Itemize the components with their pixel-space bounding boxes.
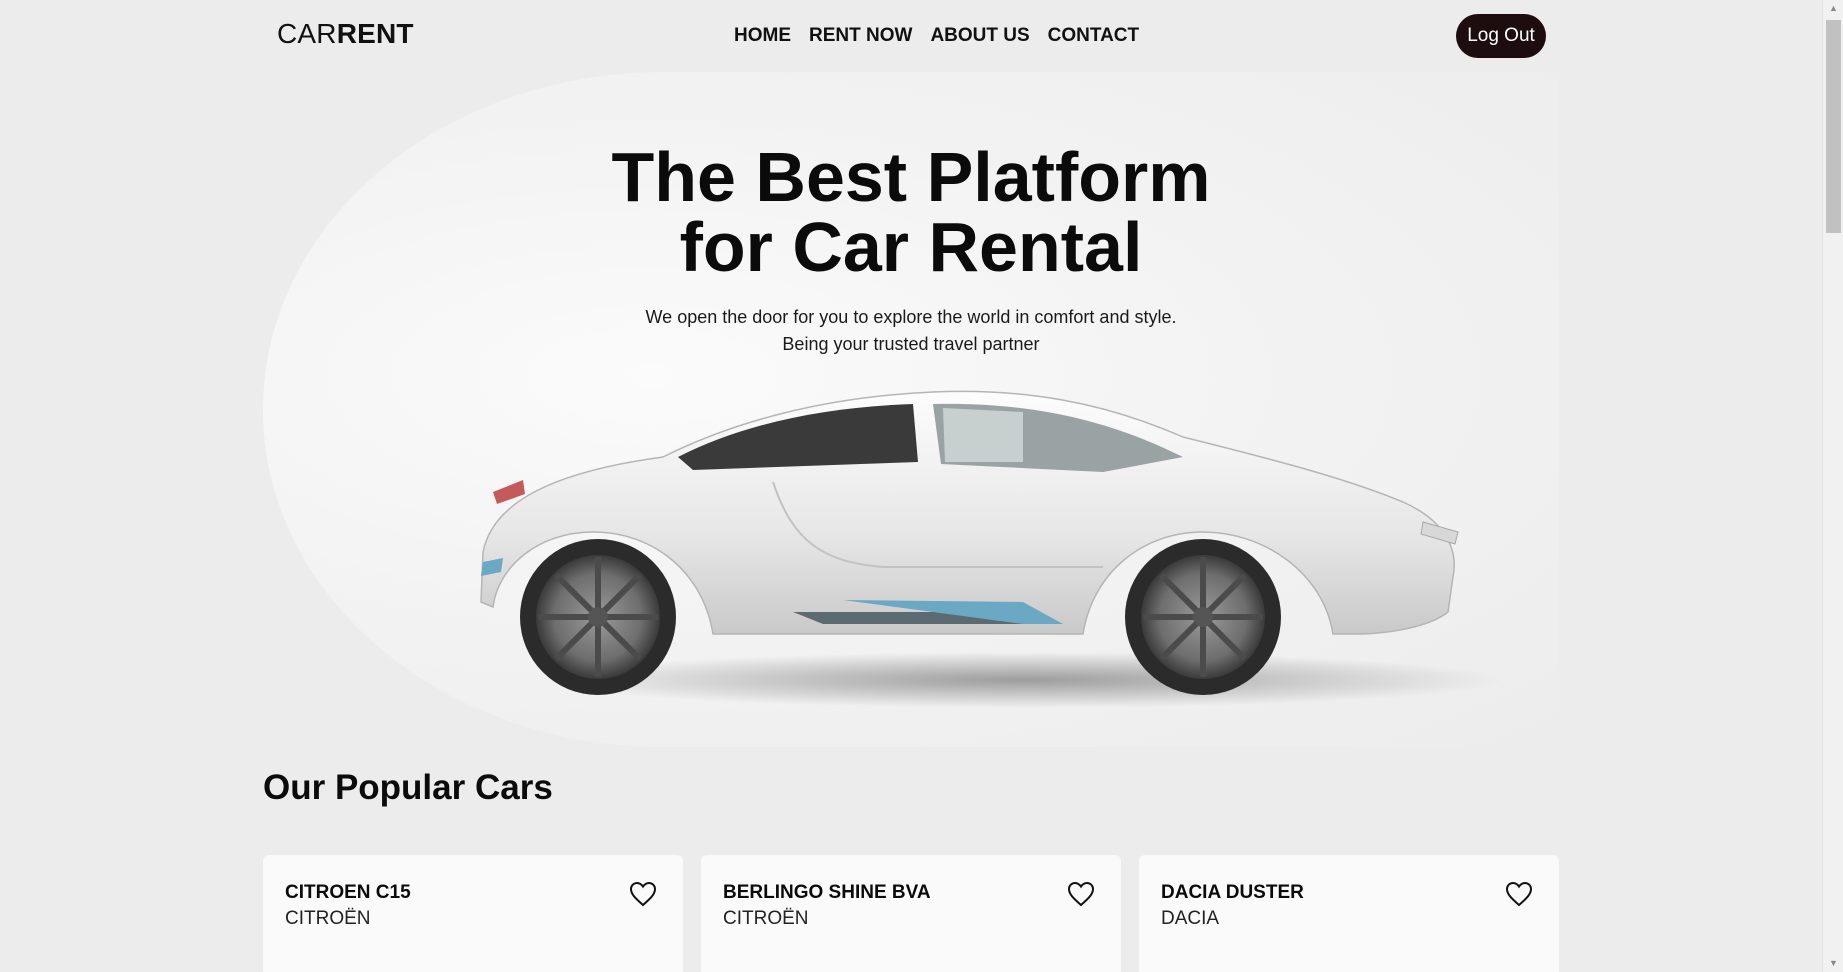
car-card[interactable]: CITROEN C15 CITROËN bbox=[263, 855, 683, 972]
logo-text-light: CAR bbox=[277, 18, 337, 49]
car-brand: DACIA bbox=[1161, 908, 1220, 929]
nav-contact[interactable]: CONTACT bbox=[1048, 25, 1139, 47]
top-nav-bar: CARRENT HOME RENT NOW ABOUT US CONTACT L… bbox=[0, 0, 1822, 72]
car-brand: CITROËN bbox=[723, 908, 809, 929]
nav-home[interactable]: HOME bbox=[734, 25, 791, 47]
hero-subtitle-line-1: We open the door for you to explore the … bbox=[645, 307, 1177, 327]
logo[interactable]: CARRENT bbox=[277, 18, 414, 50]
hero-title: The Best Platform for Car Rental bbox=[263, 142, 1559, 282]
vertical-scrollbar[interactable]: ▲ ▼ bbox=[1822, 0, 1843, 972]
hero-subtitle: We open the door for you to explore the … bbox=[263, 304, 1559, 358]
nav-rent-now[interactable]: RENT NOW bbox=[809, 25, 912, 47]
popular-cars-list: CITROEN C15 CITROËN BERLINGO SHINE BVA C… bbox=[263, 855, 1559, 972]
scroll-up-arrow-icon[interactable]: ▲ bbox=[1823, 0, 1843, 17]
heart-icon[interactable] bbox=[629, 881, 657, 907]
scroll-down-arrow-icon[interactable]: ▼ bbox=[1823, 955, 1843, 972]
car-card[interactable]: BERLINGO SHINE BVA CITROËN bbox=[701, 855, 1121, 972]
heart-icon[interactable] bbox=[1505, 881, 1533, 907]
car-card[interactable]: DACIA DUSTER DACIA bbox=[1139, 855, 1559, 972]
hero-title-line-1: The Best Platform bbox=[611, 138, 1211, 216]
scrollbar-thumb[interactable] bbox=[1826, 20, 1841, 233]
hero-section: The Best Platform for Car Rental We open… bbox=[263, 72, 1559, 747]
car-name: DACIA DUSTER bbox=[1161, 882, 1304, 903]
car-name: CITROEN C15 bbox=[285, 882, 411, 903]
hero-title-line-2: for Car Rental bbox=[679, 208, 1143, 286]
page: CARRENT HOME RENT NOW ABOUT US CONTACT L… bbox=[0, 0, 1843, 972]
popular-cars-title: Our Popular Cars bbox=[263, 768, 553, 807]
main-nav: HOME RENT NOW ABOUT US CONTACT bbox=[734, 25, 1139, 47]
car-name: BERLINGO SHINE BVA bbox=[723, 882, 931, 903]
car-brand: CITROËN bbox=[285, 908, 371, 929]
nav-about-us[interactable]: ABOUT US bbox=[930, 25, 1029, 47]
hero-car-image bbox=[480, 390, 1503, 708]
hero-subtitle-line-2: Being your trusted travel partner bbox=[782, 334, 1040, 354]
heart-icon[interactable] bbox=[1067, 881, 1095, 907]
logout-button[interactable]: Log Out bbox=[1456, 14, 1546, 58]
logo-text-bold: RENT bbox=[336, 18, 414, 49]
